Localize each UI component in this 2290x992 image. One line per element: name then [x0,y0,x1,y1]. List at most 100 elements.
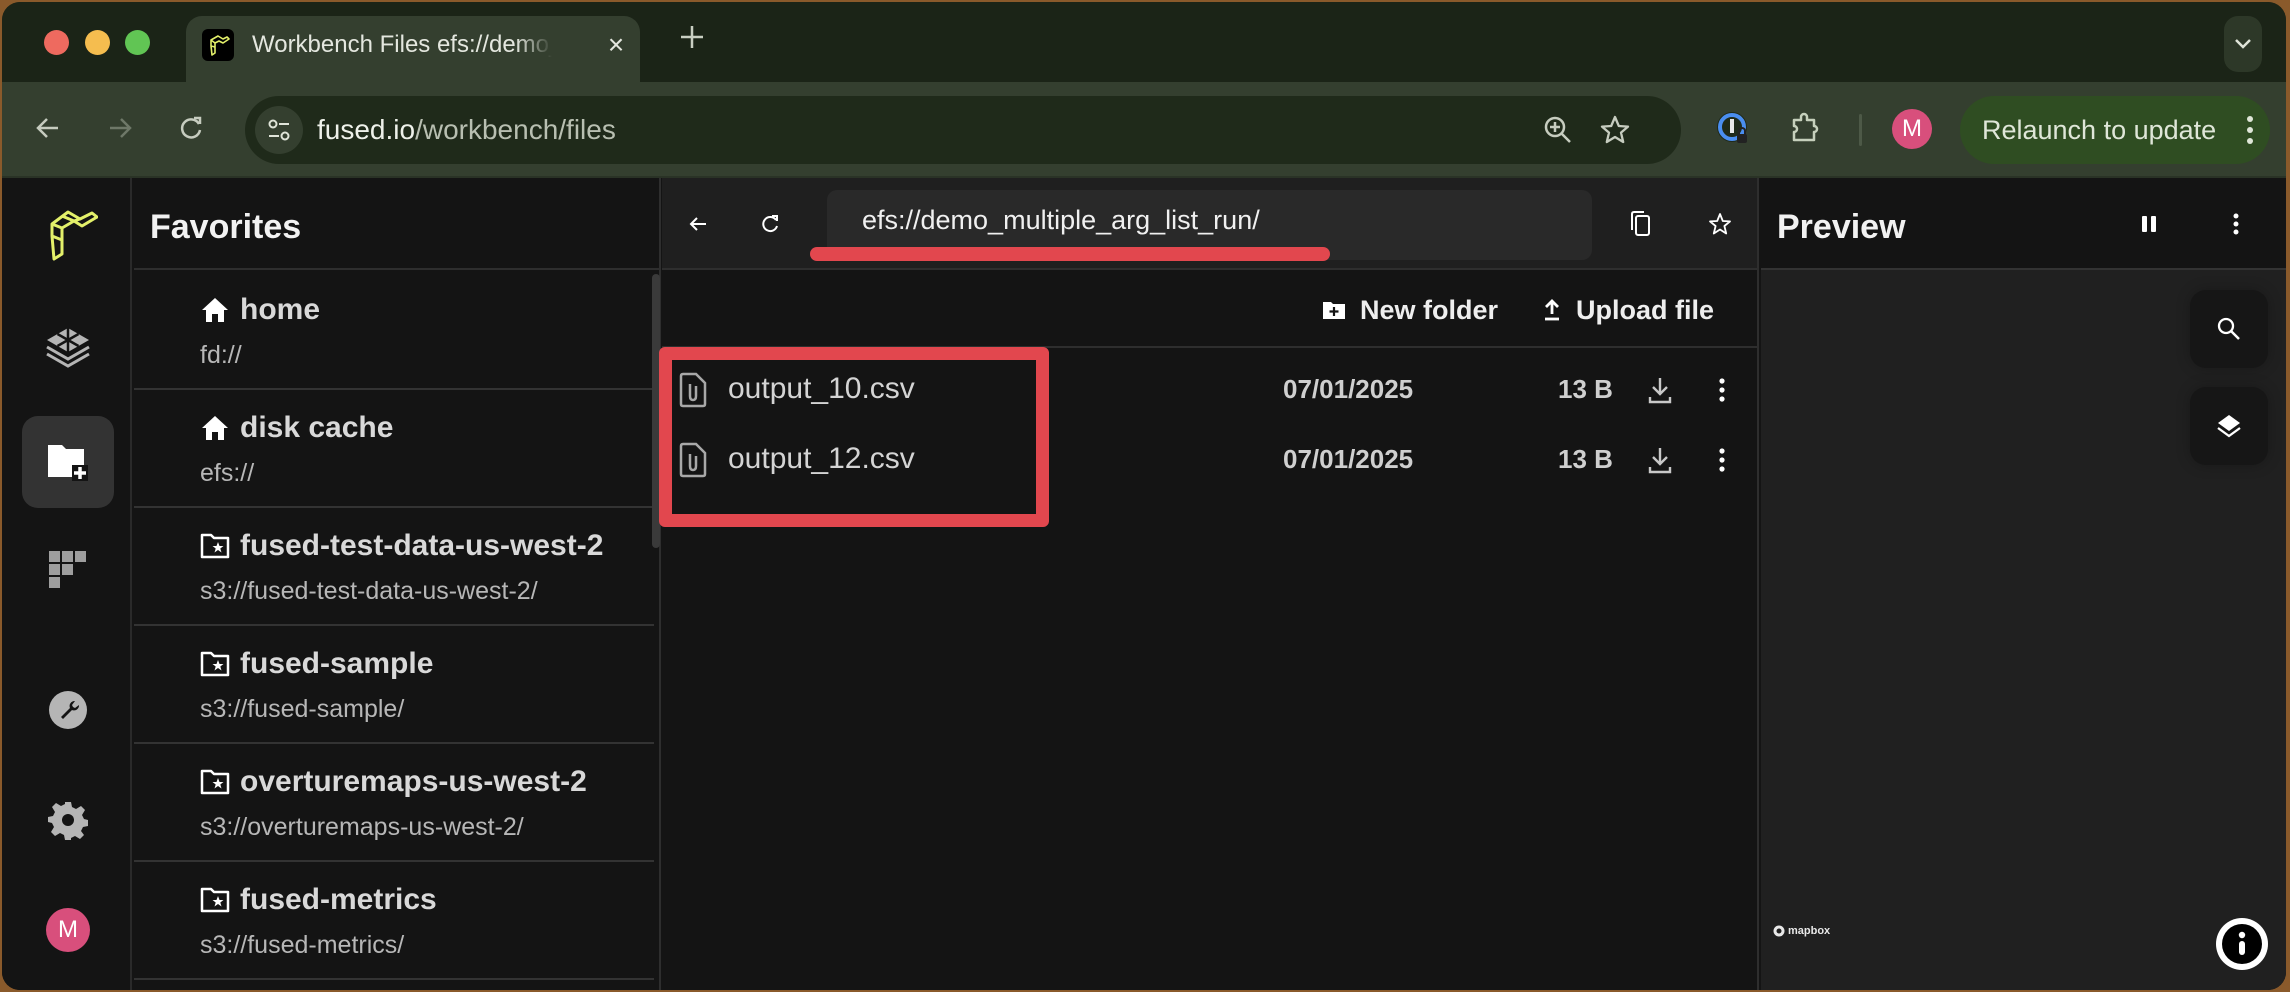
new-tab-button[interactable] [674,22,710,58]
star-icon [1600,115,1630,144]
site-info-button[interactable] [255,106,303,154]
password-manager-extension[interactable] [1711,106,1755,150]
back-button[interactable] [26,106,70,150]
rail-item-files[interactable] [22,416,114,508]
favorites-title: Favorites [150,208,302,246]
file-date: 07/01/2025 [1283,444,1414,474]
info-icon [2222,924,2262,964]
browser-toolbar: fused.io/workbench/files M Relaunch to u… [2,82,2286,178]
url-path: /workbench/files [415,114,616,145]
map-info-button[interactable] [2216,918,2268,970]
browser-tab-active[interactable]: Workbench Files efs://demo_multiple_arg_… [186,16,640,86]
gear-icon [48,802,88,840]
file-size: 13 B [1558,444,1613,474]
window-zoom-button[interactable] [125,30,150,55]
favorite-item[interactable]: fused-sample s3://fused-sample/ [134,626,654,744]
preview-panel: Preview mapbox [1761,178,2286,990]
fused-logo-icon [50,210,98,261]
home-icon [200,410,230,446]
file-more-button[interactable] [1710,372,1734,408]
puzzle-icon [1792,112,1819,142]
favorite-item[interactable]: fused-metrics s3://fused-metrics/ [134,862,654,980]
new-folder-button[interactable]: New folder [1322,290,1498,330]
favorite-name: fused-sample [240,647,434,680]
folder-plus-icon [48,445,88,481]
relaunch-label: Relaunch to update [1982,115,2217,145]
favorite-name: overturemaps-us-west-2 [240,765,587,798]
files-back-button[interactable] [678,204,718,244]
forward-button[interactable] [98,106,142,150]
more-vertical-icon [2247,116,2253,144]
pause-preview-button[interactable] [2129,204,2169,244]
more-vertical-icon [1719,378,1725,402]
rail-item-apps[interactable] [22,524,114,616]
tune-icon [268,119,290,141]
rail-item-home[interactable] [22,190,114,282]
extensions-button[interactable] [1784,106,1828,150]
mapbox-label: mapbox [1788,925,1831,937]
map-layers-button[interactable] [2190,387,2268,465]
profile-avatar[interactable]: M [1892,109,1932,149]
files-refresh-button[interactable] [750,204,790,244]
rail-item-tools[interactable] [22,664,114,756]
favorite-item[interactable]: overturemaps-us-west-2 s3://overturemaps… [134,744,654,862]
fused-favicon-icon [202,29,234,61]
upload-file-button[interactable]: Upload file [1542,290,1714,330]
window-close-button[interactable] [44,30,69,55]
download-button[interactable] [1644,442,1676,478]
refresh-icon [762,215,778,233]
bookmark-button[interactable] [1597,112,1633,148]
layers-icon [2217,415,2241,438]
search-icon [2217,317,2240,340]
favorites-header: Favorites [134,178,659,270]
file-more-button[interactable] [1710,442,1734,478]
tab-search-button[interactable] [2224,16,2262,72]
download-button[interactable] [1644,372,1676,408]
favorites-list: home fd:// disk cache efs:// fused-test-… [134,272,654,990]
favorite-path-button[interactable] [1700,204,1740,244]
tab-strip: Workbench Files efs://demo_multiple_arg_… [2,2,2286,86]
preview-header: Preview [1761,178,2286,270]
plus-icon [681,26,703,48]
reload-icon [180,116,202,139]
arrow-left-icon [36,118,58,138]
zoom-button[interactable] [1540,112,1576,148]
rail-item-layers[interactable] [22,302,114,394]
window-minimize-button[interactable] [85,30,110,55]
folder-plus-icon [1323,302,1345,319]
reload-button[interactable] [169,106,213,150]
star-icon [1709,213,1731,235]
mapbox-attribution[interactable]: mapbox [1773,925,1830,937]
favorite-item[interactable]: disk cache efs:// [134,390,654,508]
file-date: 07/01/2025 [1283,374,1414,404]
more-vertical-icon [1719,448,1725,472]
favorite-name: fused-metrics [240,883,437,916]
user-avatar[interactable]: M [46,908,90,952]
nav-rail: M [2,178,132,990]
workbench-app: M Favorites home fd:// disk cache efs://… [2,178,2286,990]
arrow-right-icon [110,118,132,138]
map-search-button[interactable] [2190,290,2268,368]
relaunch-button[interactable]: Relaunch to update [1960,96,2270,164]
copy-path-button[interactable] [1620,204,1660,244]
preview-more-button[interactable] [2216,204,2256,244]
folder-star-icon [200,646,230,682]
address-bar[interactable]: fused.io/workbench/files [245,96,1681,164]
favorite-item[interactable]: fused-test-data-us-west-2 s3://fused-tes… [134,508,654,626]
favorite-path: s3://fused-test-data-us-west-2/ [200,577,538,605]
favorites-panel: Favorites home fd:// disk cache efs:// f… [134,178,661,990]
chevron-down-icon [2235,39,2251,49]
wrench-icon [49,691,87,729]
arrow-left-icon [689,217,706,231]
address-url[interactable]: fused.io/workbench/files [317,112,616,148]
rail-item-settings[interactable] [22,774,114,866]
favorite-path: s3://fused-metrics/ [200,931,405,959]
favorite-name: fused-test-data-us-west-2 [240,529,604,562]
pause-icon [2142,216,2156,232]
close-icon[interactable]: × [601,30,631,60]
url-host: fused.io [317,114,416,145]
favorite-item[interactable]: home fd:// [134,272,654,390]
favorite-path: fd:// [200,341,242,369]
upload-file-label: Upload file [1576,294,1715,325]
favorite-path: s3://overturemaps-us-west-2/ [200,813,524,841]
